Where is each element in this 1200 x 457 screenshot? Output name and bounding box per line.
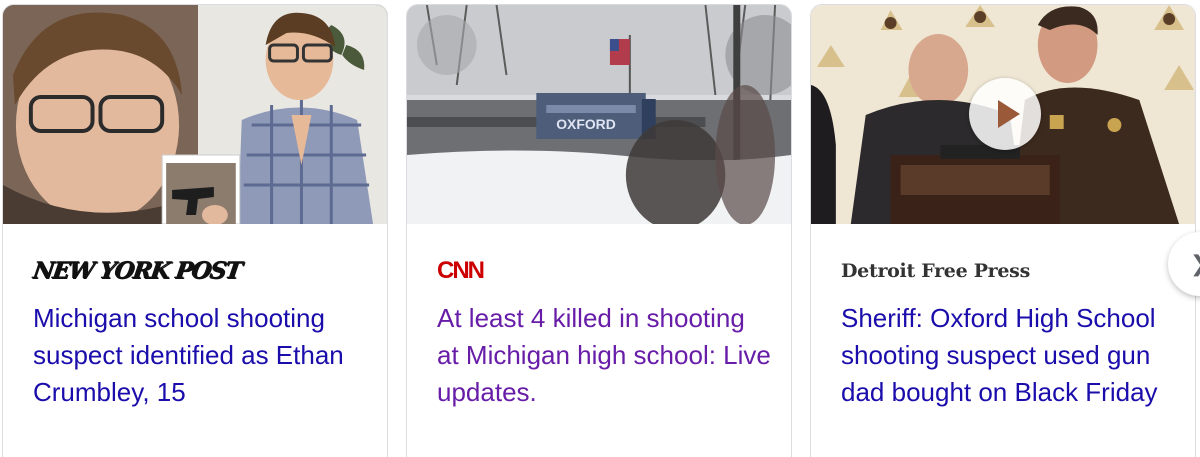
- news-thumbnail: [811, 5, 1195, 224]
- news-thumbnail: OXFORD: [407, 5, 791, 224]
- source-logo-new-york-post: NEW YORK POST: [31, 257, 243, 284]
- news-thumbnail: [3, 5, 387, 224]
- news-card[interactable]: NEW YORK POST Michigan school shooting s…: [2, 4, 388, 457]
- news-card[interactable]: OXFORD CNN At least 4 killed in shooting…: [406, 4, 792, 457]
- thumbnail-sign-text: OXFORD: [556, 116, 616, 132]
- top-stories-carousel: NEW YORK POST Michigan school shooting s…: [0, 0, 1200, 457]
- news-card[interactable]: Detroit Free Press Sheriff: Oxford High …: [810, 4, 1196, 457]
- headline-link[interactable]: Sheriff: Oxford High School shooting sus…: [841, 300, 1175, 411]
- source-logo-detroit-free-press: Detroit Free Press: [841, 260, 1030, 282]
- source-logo-cnn: CNN: [437, 257, 485, 284]
- play-video-icon[interactable]: [969, 78, 1041, 150]
- headline-link[interactable]: Michigan school shooting suspect identif…: [33, 300, 367, 411]
- chevron-right-icon: ❯: [1190, 252, 1200, 277]
- headline-link[interactable]: At least 4 killed in shooting at Michiga…: [437, 300, 771, 411]
